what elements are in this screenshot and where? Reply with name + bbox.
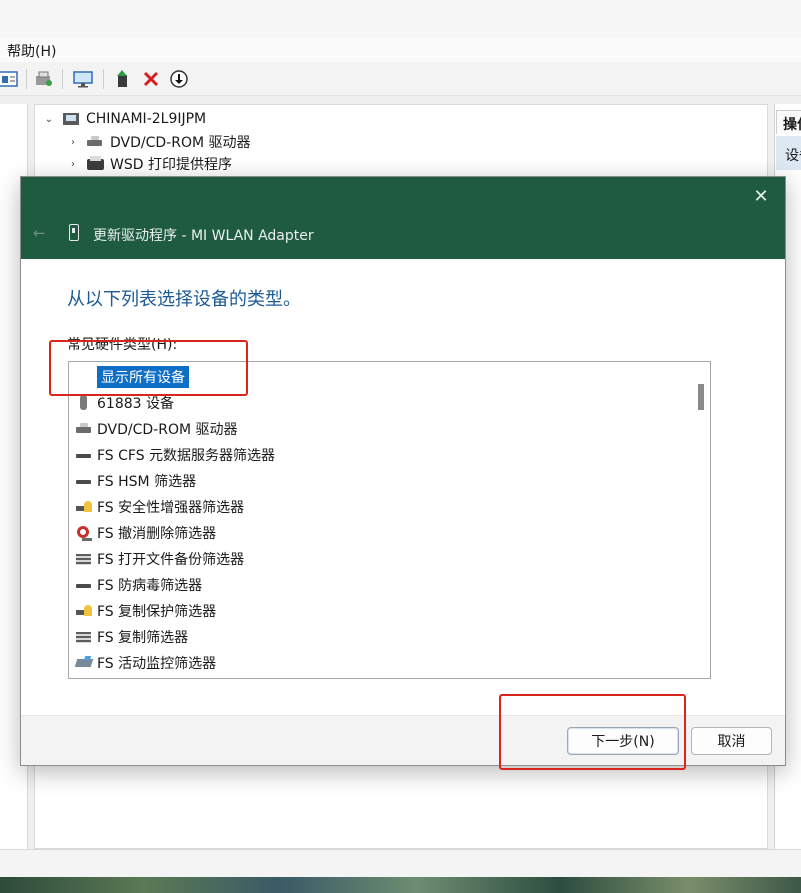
chevron-right-icon[interactable]: › [68,137,78,148]
list-item-label: FS 打开文件备份筛选器 [97,552,245,568]
chevron-right-icon[interactable]: › [68,159,78,170]
security-key-icon [75,499,93,515]
computer-name: CHINAMI-2L9IJPM [86,111,207,127]
security-key-icon [75,603,93,619]
back-arrow-icon[interactable]: ← [33,224,46,242]
cancel-button[interactable]: 取消 [691,727,772,755]
list-item[interactable]: FS CFS 元数据服务器筛选器 [75,443,275,467]
toolbar [0,62,801,96]
desktop-wallpaper [0,877,801,893]
filter-icon [75,577,93,593]
tree-root[interactable]: ⌄ CHINAMI-2L9IJPM [44,109,206,129]
chevron-down-icon[interactable]: ⌄ [44,114,54,125]
backup-stack-icon [75,629,93,645]
dialog-header: ✕ ← 更新驱动程序 - MI WLAN Adapter [21,177,785,259]
menu-bar: 帮助(H) [0,38,801,62]
computer-icon [62,111,80,127]
scrollbar-thumb[interactable] [698,384,704,410]
properties-icon[interactable] [0,68,20,90]
list-item-label: FS HSM 筛选器 [97,474,197,490]
status-bar [0,849,801,877]
menu-help[interactable]: 帮助(H) [7,41,56,61]
list-item[interactable]: FS 安全性增强器筛选器 [75,495,244,519]
list-item-label: 61883 设备 [97,396,174,412]
monitor-icon[interactable] [71,68,95,90]
list-item-label: FS 安全性增强器筛选器 [97,500,245,516]
annotation-highlight-list [49,340,248,396]
close-icon[interactable]: ✕ [749,185,773,209]
tree-item-wsd[interactable]: › WSD 打印提供程序 [68,154,232,174]
list-item[interactable]: DVD/CD-ROM 驱动器 [75,417,238,441]
list-item[interactable]: FS 防病毒筛选器 [75,573,202,597]
annotation-highlight-next [499,694,686,770]
list-item[interactable]: FS 打开文件备份筛选器 [75,547,244,571]
filter-icon [75,447,93,463]
toolbar-separator [62,69,63,89]
list-item-label: FS 活动监控筛选器 [97,656,217,672]
list-item-label: DVD/CD-ROM 驱动器 [97,422,238,438]
usb-device-icon [75,395,93,411]
list-scrollbar[interactable] [692,362,710,678]
list-item[interactable]: FS 活动监控筛选器 [74,651,217,675]
list-item-label: FS CFS 元数据服务器筛选器 [97,448,276,464]
scan-hardware-icon[interactable] [32,68,56,90]
list-item-label: FS 复制保护筛选器 [97,604,217,620]
dvd-drive-icon [86,134,104,150]
tree-item-label: DVD/CD-ROM 驱动器 [110,135,251,151]
disable-icon[interactable] [167,68,191,90]
filter-icon [75,473,93,489]
dialog-heading: 从以下列表选择设备的类型。 [67,289,301,310]
dvd-drive-icon [75,421,93,437]
printer-icon [86,156,104,172]
update-driver-dialog: ✕ ← 更新驱动程序 - MI WLAN Adapter 从以下列表选择设备的类… [20,176,786,766]
toolbar-separator [103,69,104,89]
list-item-label: FS 撤消删除筛选器 [97,526,217,542]
list-item[interactable]: FS 复制保护筛选器 [75,599,216,623]
undelete-icon [75,525,93,541]
actions-header: 操作 [776,110,801,134]
update-driver-icon[interactable] [111,68,135,90]
toolbar-separator [26,69,27,89]
list-item[interactable]: FS 撤消删除筛选器 [75,521,216,545]
list-item-label: FS 防病毒筛选器 [97,578,203,594]
hardware-type-list[interactable]: 显示所有设备 61883 设备 DVD/CD-ROM 驱动器 FS CFS 元数… [68,361,711,679]
actions-item-device[interactable]: 设备 [776,136,801,170]
tree-item-dvd[interactable]: › DVD/CD-ROM 驱动器 [68,132,251,152]
list-item-label: FS 复制筛选器 [97,630,189,646]
uninstall-icon[interactable] [139,68,163,90]
dialog-title: 更新驱动程序 - MI WLAN Adapter [93,228,314,244]
backup-stack-icon [75,551,93,567]
window-title-area [0,0,801,38]
list-item[interactable]: FS 复制筛选器 [75,625,188,649]
tree-item-label: WSD 打印提供程序 [110,157,232,173]
monitor-filter-icon [74,655,94,671]
list-item[interactable]: FS HSM 筛选器 [75,469,196,493]
device-icon [69,224,79,241]
